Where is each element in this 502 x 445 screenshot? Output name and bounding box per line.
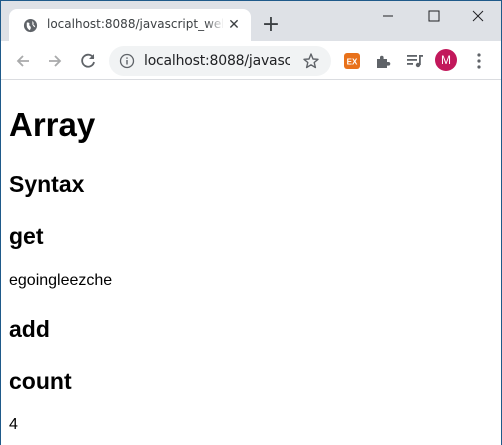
tab-close-icon[interactable]: ✕	[226, 17, 242, 33]
window-close-icon[interactable]	[463, 5, 493, 27]
browser-tab[interactable]: localhost:8088/javascript_web_p ✕	[9, 9, 251, 41]
page-title: Array	[9, 106, 96, 143]
heading-get: get	[9, 223, 44, 249]
reload-icon[interactable]	[78, 51, 98, 71]
forward-arrow-icon[interactable]	[45, 51, 65, 71]
address-bar[interactable]: localhost:8088/javasc...	[109, 46, 331, 76]
minimize-icon[interactable]	[373, 5, 403, 27]
heading-count: count	[9, 368, 72, 394]
kebab-menu-icon[interactable]	[471, 51, 487, 71]
globe-icon	[23, 18, 38, 33]
heading-syntax: Syntax	[9, 171, 85, 197]
maximize-icon[interactable]	[419, 5, 449, 27]
profile-avatar[interactable]: M	[435, 49, 457, 71]
new-tab-icon[interactable]: +	[261, 14, 281, 36]
url-text[interactable]: localhost:8088/javasc...	[144, 53, 290, 71]
media-control-icon[interactable]	[405, 51, 425, 71]
tab-title-fade	[205, 15, 225, 35]
page-content: Array Syntax get egoingleezche add count…	[1, 81, 501, 445]
browser-window: localhost:8088/javascript_web_p ✕ + loca…	[0, 0, 502, 445]
count-output-text: 4	[9, 416, 18, 433]
info-icon[interactable]	[119, 53, 135, 69]
bookmark-star-icon[interactable]	[302, 52, 320, 70]
extensions-puzzle-icon[interactable]	[373, 51, 393, 71]
svg-text:EX: EX	[347, 58, 358, 67]
get-output-text: egoingleezche	[9, 272, 113, 289]
extension-ex-icon[interactable]: EX	[342, 51, 362, 71]
browser-toolbar: localhost:8088/javasc... EX M	[1, 41, 501, 80]
back-arrow-icon[interactable]	[13, 51, 33, 71]
tab-strip: localhost:8088/javascript_web_p ✕ +	[1, 1, 501, 41]
tab-title: localhost:8088/javascript_web_p	[47, 17, 223, 31]
heading-add: add	[9, 316, 50, 342]
